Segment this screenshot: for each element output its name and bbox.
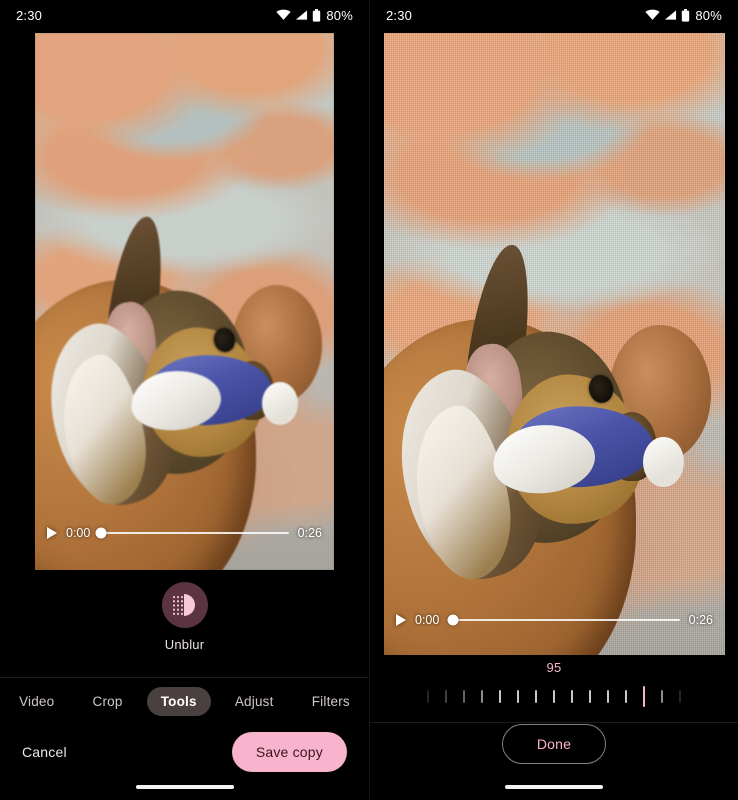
cell-signal-icon <box>296 10 308 20</box>
slider-tick <box>535 689 537 703</box>
tab-adjust[interactable]: Adjust <box>221 687 288 716</box>
wifi-icon <box>276 9 291 20</box>
slider-tick <box>481 689 483 703</box>
progress-track[interactable] <box>95 527 289 539</box>
slider-tick <box>553 689 555 703</box>
current-time-label: 0:00 <box>66 526 91 540</box>
editor-tab-bar: Video Crop Tools Adjust Filters <box>0 677 369 725</box>
slider-tick <box>517 689 519 703</box>
progress-track[interactable] <box>447 614 680 626</box>
dog-subject <box>384 33 725 655</box>
slider-tick <box>427 689 429 703</box>
wifi-icon <box>645 9 660 20</box>
selected-tool-chip[interactable]: Unblur <box>0 582 369 652</box>
done-button[interactable]: Done <box>501 724 607 764</box>
tab-crop[interactable]: Crop <box>79 687 137 716</box>
slider-tick <box>499 689 501 703</box>
bottom-action-bar: Cancel Save copy <box>0 728 369 776</box>
slider-tick <box>625 689 627 703</box>
total-time-label: 0:26 <box>688 613 713 627</box>
play-icon[interactable] <box>47 527 57 539</box>
slider-tick <box>679 689 681 703</box>
battery-percent: 80% <box>695 7 722 23</box>
current-time-label: 0:00 <box>415 613 440 627</box>
status-icons: 80% <box>645 8 722 23</box>
tool-label: Unblur <box>164 637 205 652</box>
slider-tick <box>463 689 465 703</box>
tab-filters[interactable]: Filters <box>298 687 364 716</box>
home-indicator-right <box>505 785 603 789</box>
slider-tick <box>661 689 663 703</box>
tab-tools[interactable]: Tools <box>146 687 211 716</box>
status-icons: 80% <box>276 8 353 23</box>
slider-ticks[interactable] <box>370 684 738 708</box>
unblur-half-circle <box>183 594 195 616</box>
save-copy-button[interactable]: Save copy <box>231 732 347 772</box>
video-preview-unblurred[interactable]: 0:00 0:26 <box>384 33 725 655</box>
unblur-icon[interactable] <box>161 582 208 628</box>
slider-value-label: 95 <box>546 660 562 675</box>
unblur-strength-slider[interactable]: 95 <box>370 658 738 720</box>
progress-knob[interactable] <box>95 527 107 539</box>
battery-percent: 80% <box>326 7 353 23</box>
slider-tick <box>607 689 609 703</box>
cancel-button[interactable]: Cancel <box>22 744 67 760</box>
bottom-divider <box>370 722 738 723</box>
home-indicator-left <box>135 785 234 789</box>
battery-icon <box>313 8 321 22</box>
unblur-dots <box>171 595 184 615</box>
battery-icon <box>682 8 690 22</box>
video-scrubber-left[interactable]: 0:00 0:26 <box>35 520 334 546</box>
slider-tick <box>445 689 447 703</box>
done-bar: Done <box>370 724 738 764</box>
video-scrubber-right[interactable]: 0:00 0:26 <box>384 607 725 633</box>
play-icon[interactable] <box>396 614 406 626</box>
status-bar-right: 2:30 80% <box>370 0 738 30</box>
tab-video[interactable]: Video <box>5 687 68 716</box>
slider-tick-current <box>643 685 645 707</box>
left-phone-screen: 2:30 80% 0:00 0:26 Unblur Video Crop Too… <box>0 0 369 800</box>
screenshot-root: 2:30 80% 0:00 0:26 Unblur Video Crop Too… <box>0 0 738 800</box>
status-time: 2:30 <box>16 7 43 23</box>
slider-tick <box>589 689 591 703</box>
right-phone-screen: 2:30 80% 0:00 0:26 95 Done <box>369 0 738 800</box>
slider-tick <box>571 689 573 703</box>
cell-signal-icon <box>665 10 677 20</box>
progress-knob[interactable] <box>447 614 459 626</box>
status-time: 2:30 <box>386 7 413 23</box>
dog-subject <box>35 33 334 570</box>
status-bar-left: 2:30 80% <box>0 0 369 30</box>
total-time-label: 0:26 <box>297 526 322 540</box>
video-preview-original[interactable]: 0:00 0:26 <box>35 33 334 570</box>
